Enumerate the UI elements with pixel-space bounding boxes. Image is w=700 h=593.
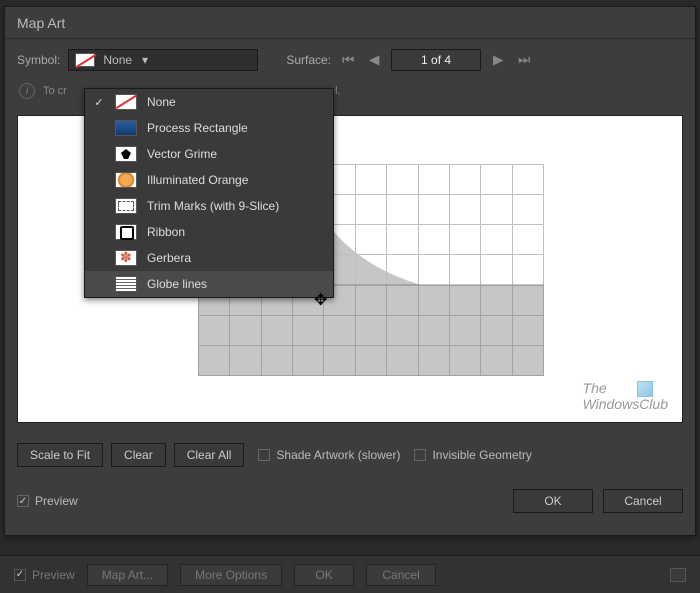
symbol-option-label: Illuminated Orange bbox=[147, 173, 248, 187]
info-icon: i bbox=[19, 83, 35, 99]
panel-preview-label: Preview bbox=[32, 568, 75, 582]
symbol-option-none[interactable]: ✓ None bbox=[85, 89, 333, 115]
move-cursor-icon: ✥ bbox=[314, 290, 327, 310]
preview-check[interactable]: ✓ Preview bbox=[17, 494, 78, 508]
watermark-square-icon bbox=[637, 381, 653, 397]
symbol-option-globe[interactable]: Globe lines bbox=[85, 271, 333, 297]
panel-more-options-button[interactable]: More Options bbox=[180, 564, 282, 586]
scale-to-fit-button[interactable]: Scale to Fit bbox=[17, 443, 103, 467]
symbol-option-trim[interactable]: Trim Marks (with 9-Slice) bbox=[85, 193, 333, 219]
symbol-surface-row: Symbol: None ▾ Surface: ⏮ ◀ ▶ ⏭ bbox=[5, 39, 695, 77]
invisible-geometry-label: Invisible Geometry bbox=[432, 448, 531, 462]
symbol-option-label: Ribbon bbox=[147, 225, 185, 239]
clear-button[interactable]: Clear bbox=[111, 443, 166, 467]
dialog-bottom-row: ✓ Preview OK Cancel bbox=[5, 477, 695, 513]
symbol-option-grime[interactable]: Vector Grime bbox=[85, 141, 333, 167]
action-row: Scale to Fit Clear Clear All Shade Artwo… bbox=[5, 433, 695, 477]
panel-trailing-icons bbox=[670, 568, 686, 582]
invisible-geometry-check[interactable]: Invisible Geometry bbox=[414, 448, 531, 462]
symbol-option-label: None bbox=[147, 95, 176, 109]
symbol-dropdown-list[interactable]: ✓ None Process Rectangle Vector Grime Illumi… bbox=[84, 88, 334, 298]
surface-value-field[interactable] bbox=[391, 49, 481, 71]
symbol-selected-value: None bbox=[103, 53, 132, 67]
symbol-option-gerbera[interactable]: Gerbera bbox=[85, 245, 333, 271]
grime-icon bbox=[115, 146, 137, 162]
surface-label: Surface: bbox=[286, 53, 331, 67]
gerbera-icon bbox=[115, 250, 137, 266]
watermark: The WindowsClub bbox=[583, 381, 668, 412]
symbol-option-label: Trim Marks (with 9-Slice) bbox=[147, 199, 279, 213]
preview-label: Preview bbox=[35, 494, 78, 508]
clear-all-button[interactable]: Clear All bbox=[174, 443, 245, 467]
symbol-option-label: Process Rectangle bbox=[147, 121, 248, 135]
surface-next-button[interactable]: ▶ bbox=[489, 49, 507, 71]
info-text-prefix: To cr bbox=[43, 85, 67, 97]
effects-panel-bar: ✓Preview Map Art... More Options OK Canc… bbox=[0, 555, 700, 593]
symbol-dropdown[interactable]: None ▾ bbox=[68, 49, 258, 71]
checkmark-icon: ✓ bbox=[17, 495, 29, 507]
surface-last-button[interactable]: ⏭ bbox=[515, 49, 533, 71]
symbol-option-label: Gerbera bbox=[147, 251, 191, 265]
orange-icon bbox=[115, 172, 137, 188]
chevron-down-icon: ▾ bbox=[142, 53, 148, 67]
panel-cancel-button[interactable]: Cancel bbox=[366, 564, 436, 586]
symbol-option-orange[interactable]: Illuminated Orange bbox=[85, 167, 333, 193]
symbol-option-proc[interactable]: Process Rectangle bbox=[85, 115, 333, 141]
trim-icon bbox=[115, 198, 137, 214]
symbol-label: Symbol: bbox=[17, 53, 60, 67]
symbol-option-ribbon[interactable]: Ribbon bbox=[85, 219, 333, 245]
none-icon bbox=[115, 94, 137, 110]
panel-icon-1[interactable] bbox=[670, 568, 686, 582]
ribbon-icon bbox=[115, 224, 137, 240]
panel-ok-button[interactable]: OK bbox=[294, 564, 354, 586]
watermark-line1: The bbox=[583, 380, 607, 396]
dialog-title: Map Art bbox=[5, 7, 695, 39]
surface-prev-button[interactable]: ◀ bbox=[365, 49, 383, 71]
surface-first-button[interactable]: ⏮ bbox=[339, 49, 357, 71]
shade-artwork-label: Shade Artwork (slower) bbox=[276, 448, 400, 462]
symbol-option-label: Vector Grime bbox=[147, 147, 217, 161]
panel-map-art-button[interactable]: Map Art... bbox=[87, 564, 168, 586]
symbol-option-label: Globe lines bbox=[147, 277, 207, 291]
cancel-button[interactable]: Cancel bbox=[603, 489, 683, 513]
shade-artwork-check[interactable]: Shade Artwork (slower) bbox=[258, 448, 400, 462]
ok-button[interactable]: OK bbox=[513, 489, 593, 513]
panel-preview-check[interactable]: ✓Preview bbox=[14, 568, 75, 582]
globe-icon bbox=[115, 276, 137, 292]
proc-icon bbox=[115, 120, 137, 136]
checkmark-icon: ✓ bbox=[93, 96, 105, 109]
watermark-line2: WindowsClub bbox=[583, 396, 668, 412]
none-swatch-icon bbox=[75, 53, 95, 67]
